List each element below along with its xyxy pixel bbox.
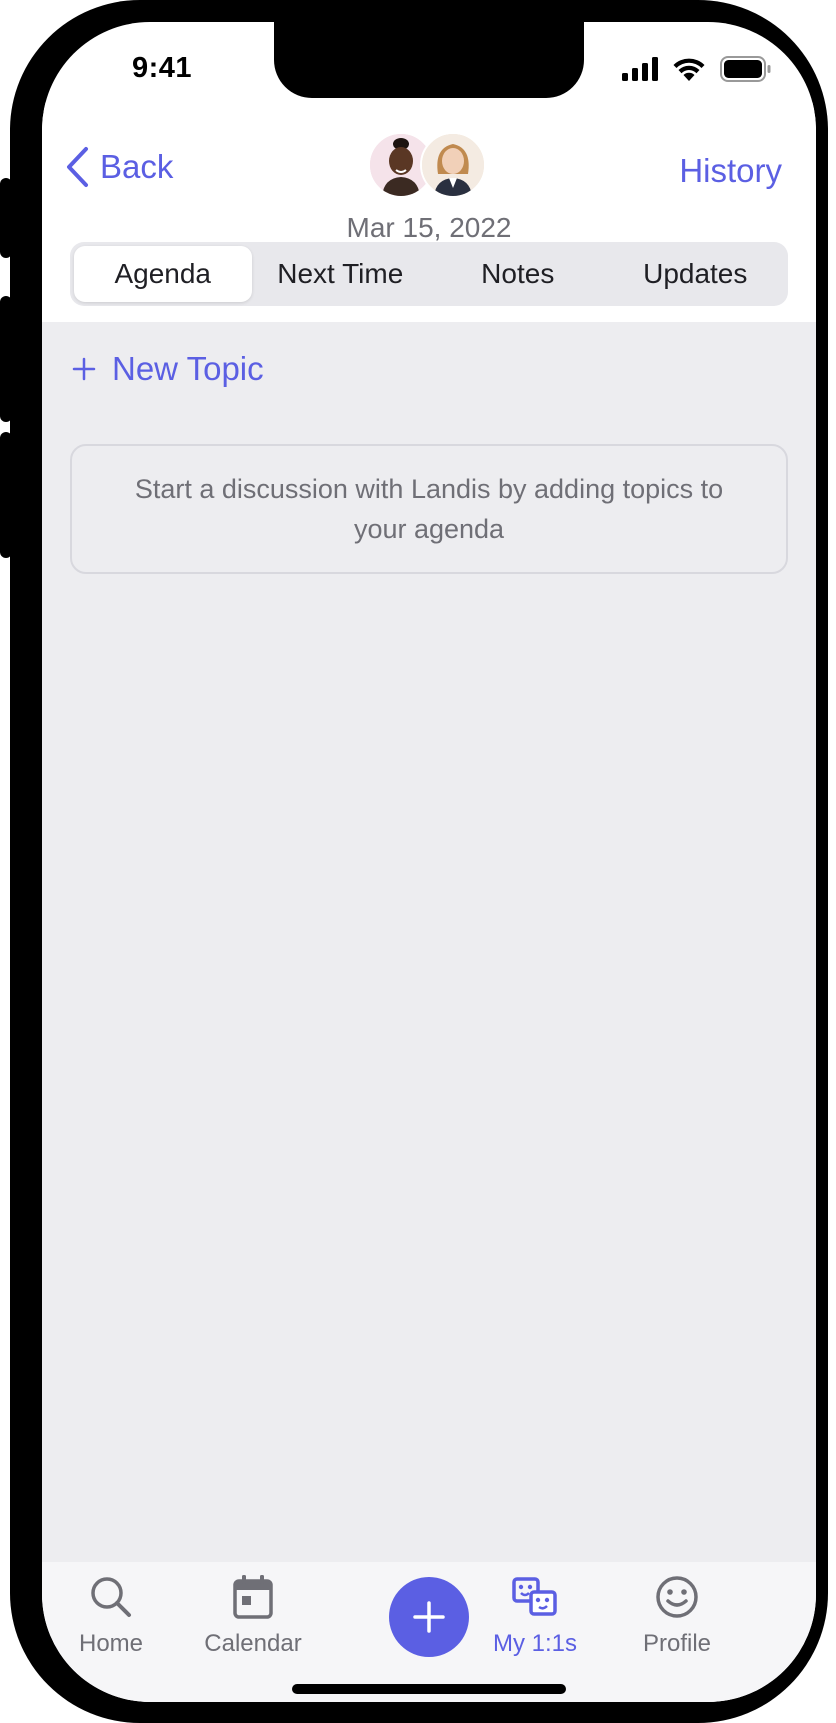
bottom-tab-bar: Home Calendar My 1:1s Profile	[42, 1562, 816, 1702]
cellular-signal-icon	[622, 57, 658, 81]
smiley-icon	[656, 1576, 698, 1618]
screen: 9:41 Back History Mar 15, 2022 Agenda Ne…	[42, 22, 816, 1702]
participant-avatars[interactable]	[368, 132, 498, 198]
calendar-icon	[233, 1575, 273, 1619]
home-indicator	[292, 1684, 566, 1694]
new-topic-button[interactable]: New Topic	[72, 350, 264, 388]
back-button[interactable]: Back	[64, 146, 173, 188]
add-button[interactable]	[389, 1577, 469, 1657]
volume-up-button	[0, 296, 12, 422]
wifi-icon	[673, 58, 705, 81]
one-on-one-icon	[512, 1577, 557, 1616]
segmented-tabs: Agenda Next Time Notes Updates	[70, 242, 788, 306]
mute-switch	[0, 178, 12, 258]
tab-profile-label: Profile	[642, 1630, 712, 1657]
empty-state-card: Start a discussion with Landis by adding…	[70, 444, 788, 574]
search-icon	[91, 1577, 131, 1617]
tab-updates[interactable]: Updates	[607, 246, 785, 302]
status-time: 9:41	[132, 52, 193, 84]
header: Back History Mar 15, 2022	[42, 102, 816, 243]
status-icons	[622, 56, 772, 82]
tab-calendar[interactable]: Calendar	[188, 1572, 318, 1658]
tab-home-label: Home	[78, 1630, 144, 1657]
tab-agenda[interactable]: Agenda	[74, 246, 252, 302]
tab-my-1on1s[interactable]: My 1:1s	[470, 1572, 600, 1658]
empty-state-message: Start a discussion with Landis by adding…	[134, 474, 724, 544]
power-button	[816, 344, 828, 530]
plus-icon	[413, 1601, 445, 1633]
plus-icon	[72, 357, 96, 381]
tab-next-time[interactable]: Next Time	[252, 246, 430, 302]
notch	[274, 22, 584, 98]
tab-profile[interactable]: Profile	[612, 1572, 742, 1658]
tab-home[interactable]: Home	[46, 1572, 176, 1658]
new-topic-label: New Topic	[112, 350, 264, 387]
phone-frame: 9:41 Back History Mar 15, 2022 Agenda Ne…	[0, 0, 828, 1723]
chevron-left-icon	[67, 147, 88, 187]
tab-my-1on1s-label: My 1:1s	[492, 1630, 578, 1657]
battery-icon	[720, 56, 771, 82]
agenda-content: New Topic Start a discussion with Landis…	[42, 322, 816, 1562]
tab-notes[interactable]: Notes	[429, 246, 607, 302]
meeting-date: Mar 15, 2022	[346, 212, 512, 243]
back-label: Back	[100, 148, 174, 185]
history-button[interactable]: History	[679, 152, 782, 190]
volume-down-button	[0, 432, 12, 558]
avatar	[420, 132, 486, 198]
tab-calendar-label: Calendar	[204, 1630, 302, 1657]
